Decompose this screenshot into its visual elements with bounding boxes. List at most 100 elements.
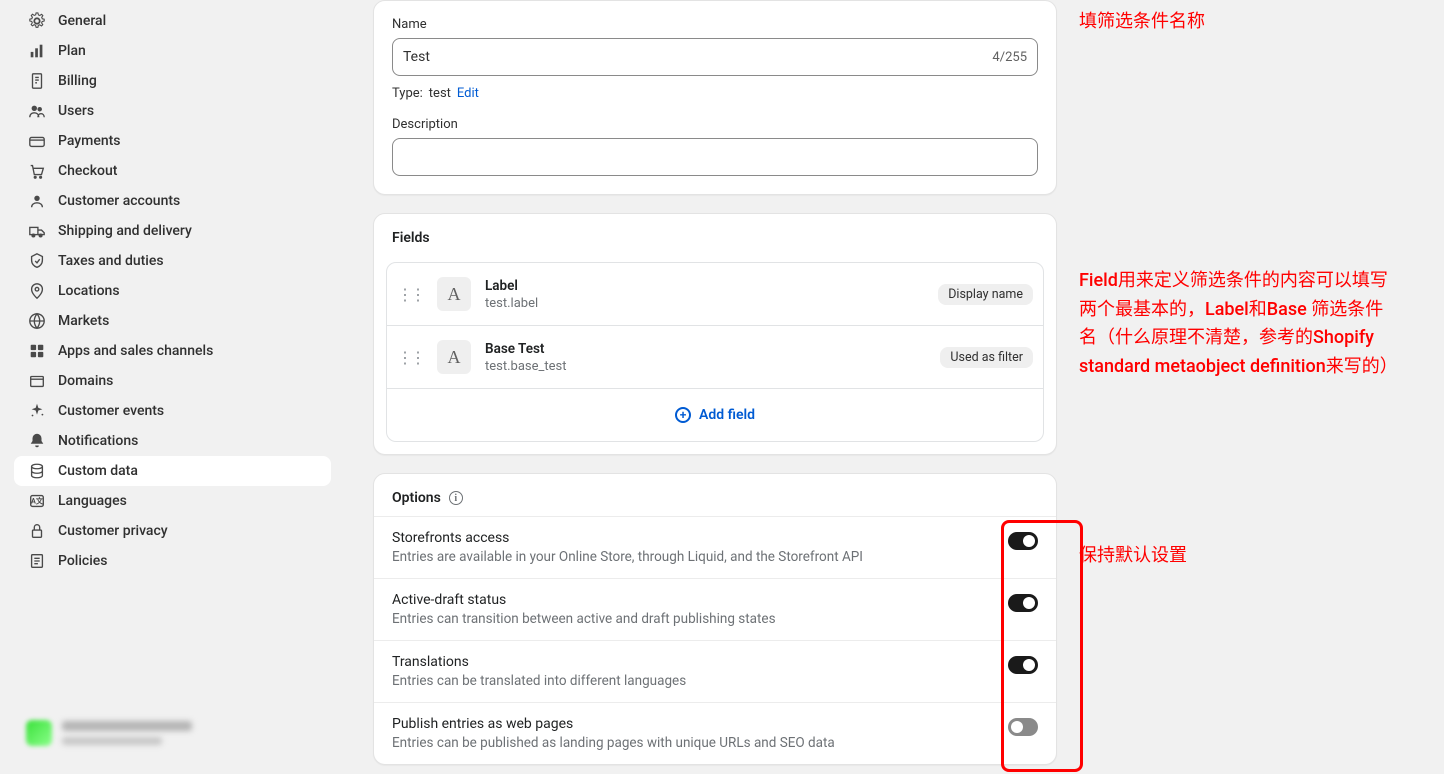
annotations: 填筛选条件名称 Field用来定义筛选条件的内容可以填写两个最基本的，Label… <box>1079 0 1399 774</box>
description-label: Description <box>392 117 1038 132</box>
sidebar-item-general[interactable]: General <box>14 6 331 36</box>
sidebar-item-apps[interactable]: Apps and sales channels <box>14 336 331 366</box>
sidebar-footer[interactable] <box>18 708 327 758</box>
sidebar-item-label: General <box>58 13 106 29</box>
sidebar-item-languages[interactable]: A文 Languages <box>14 486 331 516</box>
field-row[interactable]: ⋮⋮ A Base Test test.base_test Used as fi… <box>386 326 1044 389</box>
option-row: Translations Entries can be translated i… <box>374 640 1056 702</box>
field-tag: Display name <box>938 284 1033 305</box>
annotation-2: Field用来定义筛选条件的内容可以填写两个最基本的，Label和Base 筛选… <box>1079 267 1399 382</box>
type-value: test <box>429 86 451 101</box>
sidebar-item-domains[interactable]: Domains <box>14 366 331 396</box>
name-card: Name Test 4/255 Type: test Edit Descript… <box>373 0 1057 195</box>
document-icon <box>28 552 46 570</box>
edit-type-link[interactable]: Edit <box>457 86 479 101</box>
sidebar-item-locations[interactable]: Locations <box>14 276 331 306</box>
sidebar-item-label: Languages <box>58 493 127 509</box>
pin-icon <box>28 282 46 300</box>
option-desc: Entries are available in your Online Sto… <box>392 549 863 565</box>
person-icon <box>28 192 46 210</box>
sidebar: General Plan Billing Users Payments Chec… <box>0 0 345 774</box>
option-desc: Entries can be translated into different… <box>392 673 686 689</box>
sidebar-item-label: Users <box>58 103 94 119</box>
sidebar-item-taxes[interactable]: Taxes and duties <box>14 246 331 276</box>
option-desc: Entries can transition between active an… <box>392 611 776 627</box>
sidebar-item-billing[interactable]: Billing <box>14 66 331 96</box>
option-row: Active-draft status Entries can transiti… <box>374 578 1056 640</box>
sidebar-item-label: Policies <box>58 553 108 569</box>
footer-redacted-text <box>62 721 192 745</box>
plus-icon: + <box>675 407 691 423</box>
language-icon: A文 <box>28 492 46 510</box>
main-content: Name Test 4/255 Type: test Edit Descript… <box>345 0 1444 774</box>
sidebar-item-label: Plan <box>58 43 86 59</box>
description-input[interactable] <box>392 138 1038 176</box>
options-card: Options i Storefronts access Entries are… <box>373 473 1057 765</box>
sidebar-item-label: Markets <box>58 313 109 329</box>
sidebar-item-notifications[interactable]: Notifications <box>14 426 331 456</box>
annotation-1: 填筛选条件名称 <box>1079 8 1399 37</box>
sidebar-item-customer-accounts[interactable]: Customer accounts <box>14 186 331 216</box>
field-key: test.base_test <box>485 359 926 374</box>
add-field-button[interactable]: + Add field <box>386 389 1044 442</box>
sidebar-item-policies[interactable]: Policies <box>14 546 331 576</box>
sidebar-item-label: Domains <box>58 373 113 389</box>
name-input[interactable]: Test 4/255 <box>392 38 1038 76</box>
options-title: Options <box>392 490 441 506</box>
chart-icon <box>28 42 46 60</box>
sidebar-item-label: Notifications <box>58 433 138 449</box>
sidebar-item-label: Customer events <box>58 403 164 419</box>
lock-icon <box>28 522 46 540</box>
name-value: Test <box>403 49 430 65</box>
option-row: Storefronts access Entries are available… <box>374 516 1056 578</box>
fields-card: Fields ⋮⋮ A Label test.label Display nam… <box>373 213 1057 455</box>
cart-icon <box>28 162 46 180</box>
text-field-icon: A <box>437 340 471 374</box>
sidebar-item-plan[interactable]: Plan <box>14 36 331 66</box>
sidebar-item-payments[interactable]: Payments <box>14 126 331 156</box>
globe-icon <box>28 312 46 330</box>
type-row: Type: test Edit <box>392 86 1038 101</box>
sidebar-item-label: Customer accounts <box>58 193 180 209</box>
sparkle-icon <box>28 402 46 420</box>
option-name: Storefronts access <box>392 530 863 546</box>
sidebar-item-label: Custom data <box>58 463 138 479</box>
sidebar-item-users[interactable]: Users <box>14 96 331 126</box>
info-icon[interactable]: i <box>449 491 463 505</box>
type-label: Type: <box>392 86 423 101</box>
name-counter: 4/255 <box>992 50 1027 65</box>
text-field-icon: A <box>437 277 471 311</box>
field-name: Label <box>485 278 924 294</box>
annotation-highlight-box <box>1001 520 1083 772</box>
truck-icon <box>28 222 46 240</box>
option-name: Translations <box>392 654 686 670</box>
sidebar-item-markets[interactable]: Markets <box>14 306 331 336</box>
option-row: Publish entries as web pages Entries can… <box>374 702 1056 764</box>
drag-handle-icon[interactable]: ⋮⋮ <box>397 348 423 367</box>
sidebar-item-label: Apps and sales channels <box>58 343 213 359</box>
sidebar-item-label: Payments <box>58 133 121 149</box>
add-field-label: Add field <box>699 407 755 423</box>
sidebar-item-label: Billing <box>58 73 97 89</box>
field-key: test.label <box>485 296 924 311</box>
fields-title: Fields <box>374 214 1056 262</box>
database-icon <box>28 462 46 480</box>
users-icon <box>28 102 46 120</box>
payments-icon <box>28 132 46 150</box>
bell-icon <box>28 432 46 450</box>
sidebar-item-label: Locations <box>58 283 120 299</box>
sidebar-item-checkout[interactable]: Checkout <box>14 156 331 186</box>
sidebar-item-shipping[interactable]: Shipping and delivery <box>14 216 331 246</box>
option-name: Active-draft status <box>392 592 776 608</box>
svg-text:A文: A文 <box>31 497 44 506</box>
sidebar-item-custom-data[interactable]: Custom data <box>14 456 331 486</box>
sidebar-item-customer-privacy[interactable]: Customer privacy <box>14 516 331 546</box>
sidebar-item-customer-events[interactable]: Customer events <box>14 396 331 426</box>
sidebar-item-label: Shipping and delivery <box>58 223 192 239</box>
field-tag: Used as filter <box>940 347 1033 368</box>
sidebar-item-label: Taxes and duties <box>58 253 164 269</box>
drag-handle-icon[interactable]: ⋮⋮ <box>397 285 423 304</box>
avatar <box>26 720 52 746</box>
name-label: Name <box>392 17 1038 32</box>
field-row[interactable]: ⋮⋮ A Label test.label Display name <box>386 262 1044 326</box>
